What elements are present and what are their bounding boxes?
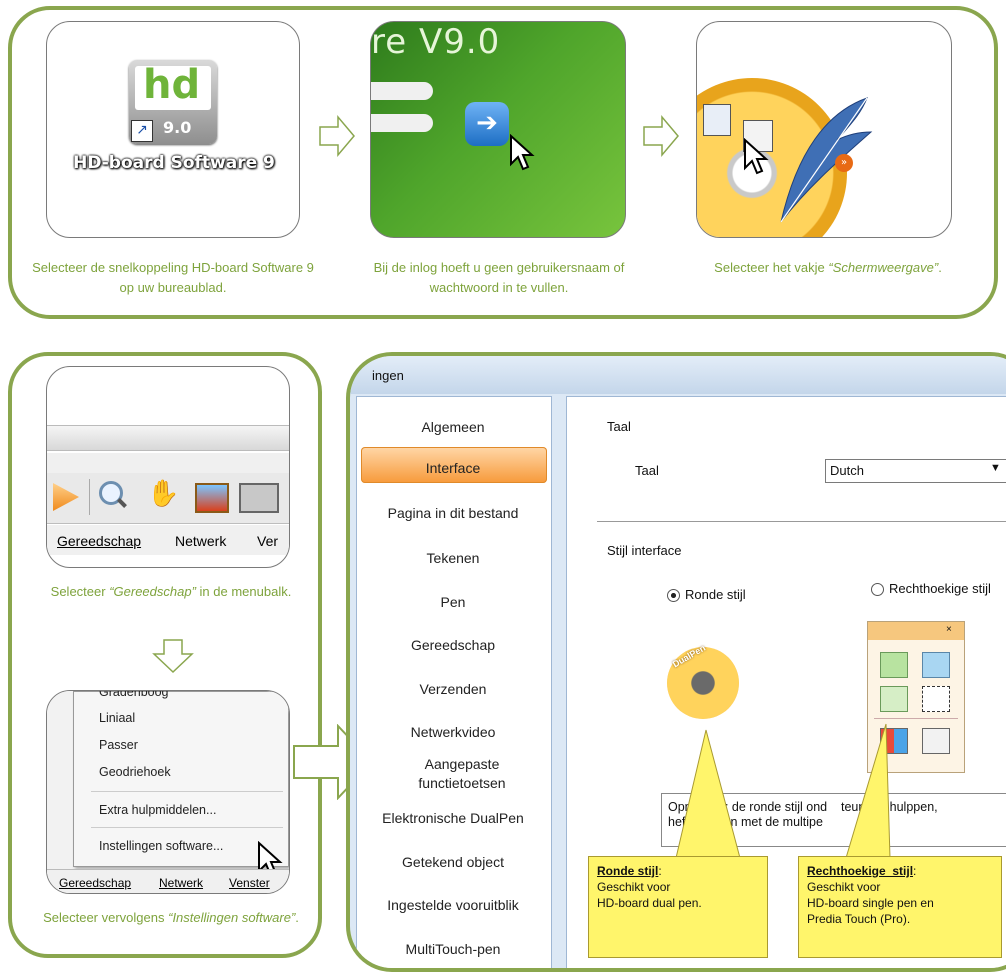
step2-caption: Bij de inlog hoeft u geen gebruikersnaam… [373, 260, 625, 295]
toolbar-row: ✋ [47, 473, 289, 524]
callout-rect-style: Rechthoekige stijl: Geschikt voor HD-boa… [798, 856, 1002, 958]
menu-separator [91, 791, 283, 792]
nav-elektronische-dualpen[interactable]: Elektronische DualPen [357, 810, 549, 826]
hd-board-shortcut-icon[interactable]: hd 9.0 ↗ [129, 60, 217, 144]
login-arrow-button[interactable]: ➔ [465, 102, 509, 146]
taal-field-label: Taal [635, 463, 659, 478]
menu-venster[interactable]: Ver [257, 533, 278, 549]
nav-interface[interactable]: Interface [357, 460, 549, 476]
group-taal-label: Taal [607, 419, 631, 434]
dialog-titlebar: ingen [350, 356, 1006, 394]
callout-round-title: Ronde stijl [597, 864, 659, 878]
callout-rect-title: Rechthoekige stijl [807, 864, 914, 878]
chevron-down-icon: ▼ [990, 462, 1001, 474]
down-arrow-icon [152, 639, 194, 674]
dropdown-card: Gradenboog Liniaal Passer Geodriehoek Ex… [46, 690, 290, 894]
nav-algemeen[interactable]: Algemeen [357, 419, 549, 435]
radio-round-style[interactable] [667, 589, 680, 602]
menu-netwerk[interactable]: Netwerk [175, 533, 226, 549]
nav-ingestelde-vooruitblik[interactable]: Ingestelde vooruitblik [357, 897, 549, 913]
menu-gereedschap[interactable]: Gereedschap [59, 876, 131, 890]
callout-rect-line2: HD-board single pen en [807, 896, 934, 910]
camera-icon[interactable] [239, 483, 279, 513]
menu-venster[interactable]: Venster [229, 876, 270, 890]
step3-caption: Selecteer het vakje “Schermweergave”. [714, 260, 942, 275]
callout-rect-line1: Geschikt voor [807, 880, 881, 894]
zoom-tool-icon [922, 728, 950, 754]
menu-item-liniaal[interactable]: Liniaal [99, 711, 135, 725]
picture-icon[interactable] [195, 483, 229, 513]
mouse-cursor-icon [744, 138, 769, 175]
callout-round-style: Ronde stijl: Geschikt voor HD-board dual… [588, 856, 768, 958]
nav-pen[interactable]: Pen [357, 594, 549, 610]
radio-rect-style[interactable] [871, 583, 884, 596]
play-icon[interactable] [53, 483, 79, 511]
pen-tool-icon [922, 652, 950, 678]
nav-pagina-in-dit-bestand[interactable]: Pagina in dit bestand [357, 505, 549, 521]
dialog-title: ingen [372, 368, 404, 383]
menu-netwerk[interactable]: Netwerk [159, 876, 203, 890]
select-tool-icon [922, 686, 950, 712]
mouse-cursor-icon [510, 134, 535, 171]
nav-aangepaste-functietoetsen[interactable]: Aangepaste functietoetsen [407, 755, 517, 793]
step1-caption: Selecteer de snelkoppeling HD-board Soft… [32, 260, 314, 295]
eraser-tool-icon [880, 686, 908, 712]
callout-round-line2: HD-board dual pen. [597, 896, 702, 910]
callout-pointers [675, 723, 891, 859]
menu-item-geodriehoek[interactable]: Geodriehoek [99, 765, 171, 779]
nav-tekenen[interactable]: Tekenen [357, 550, 549, 566]
right-arrow-icon [319, 114, 355, 158]
settings-nav: Algemeen Interface Pagina in dit bestand… [356, 396, 552, 968]
hd-logo-text: hd [143, 62, 201, 108]
nav-gereedschap[interactable]: Gereedschap [357, 637, 549, 653]
nav-netwerkvideo[interactable]: Netwerkvideo [357, 724, 549, 740]
mouse-tool-icon [880, 652, 908, 678]
menu-item-extra-hulpmiddelen[interactable]: Extra hulpmiddelen... [99, 803, 216, 817]
menu-item-gradenboog[interactable]: Gradenboog [99, 691, 169, 699]
taal-select[interactable]: Dutch ▼ [825, 459, 1006, 483]
group-stijl-label: Stijl interface [607, 543, 682, 558]
menu-separator [91, 827, 283, 828]
step2-card: re V9.0 ➔ [370, 21, 626, 238]
nav-getekend-object[interactable]: Getekend object [357, 854, 549, 870]
shortcut-label: HD-board Software 9 [73, 153, 275, 173]
taal-select-value: Dutch [830, 463, 864, 478]
radio-round-label[interactable]: Ronde stijl [685, 587, 746, 602]
callout-round-line1: Geschikt voor [597, 880, 671, 894]
menu-item-passer[interactable]: Passer [99, 738, 138, 752]
right-arrow-icon [643, 114, 679, 158]
menubar-bottom: Gereedschap Netwerk Venster [47, 869, 289, 893]
step1-card: hd 9.0 ↗ HD-board Software 9 [46, 21, 300, 238]
quill-pen-icon [780, 97, 873, 223]
menu-gereedschap[interactable]: Gereedschap [57, 533, 141, 549]
menubar: Gereedschap Netwerk Ver [47, 525, 289, 555]
callout-rect-line3: Predia Touch (Pro). [807, 912, 911, 926]
toolbar-card: ✋ Gereedschap Netwerk Ver [46, 366, 290, 568]
menu-item-instellingen-software[interactable]: Instellingen software... [99, 839, 223, 853]
radio-rect-label[interactable]: Rechthoekige stijl [889, 581, 991, 596]
shortcut-arrow-icon: ↗ [131, 120, 153, 142]
splash-title: re V9.0 [371, 22, 501, 62]
step4-caption: Selecteer “Gereedschap” in de menubalk. [50, 584, 292, 599]
nav-multitouch-pen[interactable]: MultiTouch-pen [357, 941, 549, 957]
nav-verzenden[interactable]: Verzenden [357, 681, 549, 697]
divider [597, 521, 1006, 522]
step5-caption: Selecteer vervolgens “Instellingen softw… [43, 910, 299, 925]
close-icon: × [946, 624, 952, 635]
step3-card: » [696, 21, 952, 238]
version-badge: 9.0 [163, 118, 192, 137]
hand-icon[interactable]: ✋ [147, 479, 179, 509]
